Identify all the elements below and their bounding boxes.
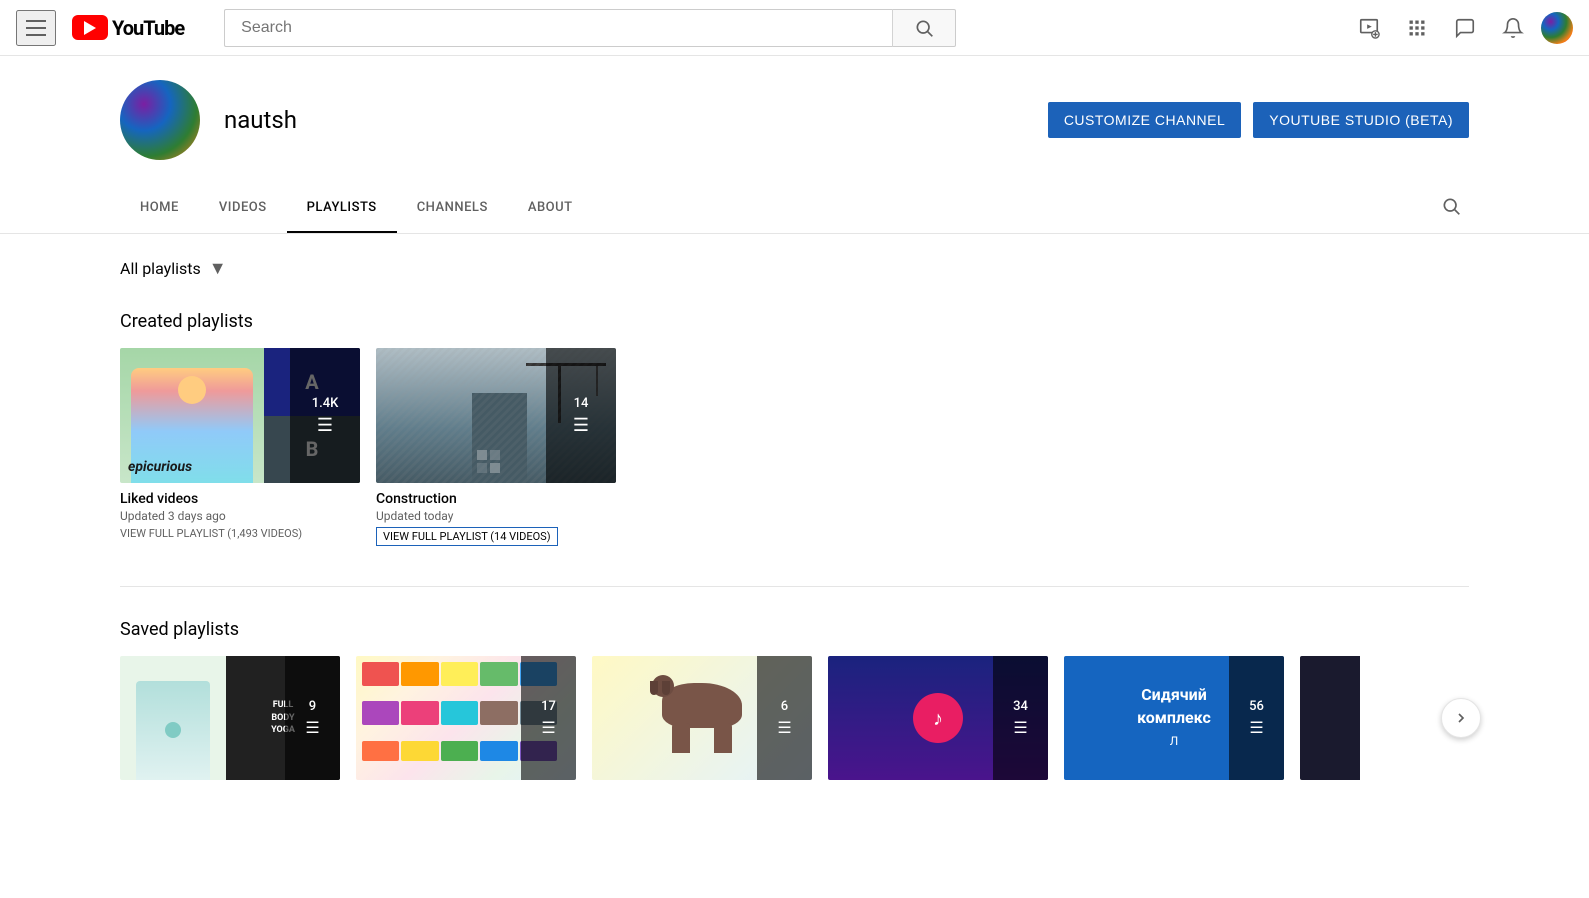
saved-playlists-section: Saved playlists xyxy=(120,619,1469,780)
playlist-thumb-construction[interactable]: 14 ☰ xyxy=(376,348,616,483)
section-divider xyxy=(120,586,1469,587)
tab-playlists[interactable]: PLAYLISTS xyxy=(287,184,397,233)
liked-view-link[interactable]: VIEW FULL PLAYLIST (1,493 VIDEOS) xyxy=(120,527,302,540)
saved-thumb-sitting[interactable]: СидячийкомплексЛ 56 ☰ xyxy=(1064,656,1284,780)
saved-thumb-yoga[interactable]: FULLBODYYOGA 9 ☰ xyxy=(120,656,340,780)
apps-button[interactable] xyxy=(1397,8,1437,48)
youtube-logo-text: YouTube xyxy=(112,16,184,40)
yoga-count-overlay: 9 ☰ xyxy=(285,656,340,780)
watercolor-count: 17 xyxy=(541,699,556,714)
messages-button[interactable] xyxy=(1445,8,1485,48)
saved-thumb-dog[interactable]: 6 ☰ xyxy=(592,656,812,780)
saved-thumb-music[interactable]: ♪ 34 ☰ xyxy=(828,656,1048,780)
queue-icon: ☰ xyxy=(1249,718,1263,737)
search-input[interactable] xyxy=(224,9,892,47)
channel-header: nautsh CUSTOMIZE CHANNEL YOUTUBE STUDIO … xyxy=(0,56,1589,184)
youtube-logo[interactable]: YouTube xyxy=(72,15,184,40)
apps-icon xyxy=(1407,18,1427,38)
search-icon xyxy=(1441,196,1461,216)
saved-playlists-title: Saved playlists xyxy=(120,619,1469,640)
tab-channels[interactable]: CHANNELS xyxy=(397,184,508,233)
filter-row: All playlists ▼ xyxy=(120,258,1469,279)
youtube-logo-icon xyxy=(72,15,108,40)
yoga-count: 9 xyxy=(309,699,316,714)
tab-videos[interactable]: VIDEOS xyxy=(199,184,287,233)
queue-icon: ☰ xyxy=(1013,718,1027,737)
saved-card-watercolor: 17 ☰ xyxy=(356,656,576,780)
music-count-overlay: 34 ☰ xyxy=(993,656,1048,780)
queue-icon: ☰ xyxy=(305,718,319,737)
content: All playlists ▼ Created playlists xyxy=(0,234,1589,844)
construction-playlist-title: Construction xyxy=(376,491,616,507)
dog-count: 6 xyxy=(781,699,788,714)
customize-channel-button[interactable]: CUSTOMIZE CHANNEL xyxy=(1048,102,1241,138)
channel-nav: HOME VIDEOS PLAYLISTS CHANNELS ABOUT xyxy=(0,184,1589,234)
filter-chevron-icon[interactable]: ▼ xyxy=(209,258,227,279)
queue-icon: ☰ xyxy=(317,415,333,436)
liked-playlist-title: Liked videos xyxy=(120,491,360,507)
liked-count-overlay: 1.4K ☰ xyxy=(290,348,360,483)
dog-count-overlay: 6 ☰ xyxy=(757,656,812,780)
search-icon xyxy=(914,18,934,38)
watercolor-count-overlay: 17 ☰ xyxy=(521,656,576,780)
bell-icon xyxy=(1502,17,1524,39)
saved-card-music: ♪ 34 ☰ xyxy=(828,656,1048,780)
hamburger-button[interactable] xyxy=(16,10,56,46)
construction-count-overlay: 14 ☰ xyxy=(546,348,616,483)
chevron-right-icon xyxy=(1453,710,1469,726)
tab-about[interactable]: ABOUT xyxy=(508,184,593,233)
saved-card-sitting: СидячийкомплексЛ 56 ☰ xyxy=(1064,656,1284,780)
header: YouTube xyxy=(0,0,1589,56)
created-playlists-row: A B 1.4K ☰ epicurious xyxy=(120,348,1469,546)
messages-icon xyxy=(1454,17,1476,39)
construction-count: 14 xyxy=(574,396,589,411)
construction-playlist-updated: Updated today xyxy=(376,509,616,523)
youtube-studio-button[interactable]: YOUTUBE STUDIO (BETA) xyxy=(1253,102,1469,138)
channel-search-button[interactable] xyxy=(1433,188,1469,229)
next-button[interactable] xyxy=(1441,698,1481,738)
playlist-card-liked: A B 1.4K ☰ epicurious xyxy=(120,348,360,546)
avatar[interactable] xyxy=(1541,12,1573,44)
channel-name: nautsh xyxy=(224,106,297,134)
channel-actions: CUSTOMIZE CHANNEL YOUTUBE STUDIO (BETA) xyxy=(1048,102,1469,138)
saved-card-yoga: FULLBODYYOGA 9 ☰ xyxy=(120,656,340,780)
created-playlists-section: Created playlists xyxy=(120,311,1469,546)
sitting-count-overlay: 56 ☰ xyxy=(1229,656,1284,780)
liked-playlist-updated: Updated 3 days ago xyxy=(120,509,360,523)
playlist-thumb-liked[interactable]: A B 1.4K ☰ epicurious xyxy=(120,348,360,483)
saved-thumb-extra[interactable] xyxy=(1300,656,1360,780)
construction-view-link[interactable]: VIEW FULL PLAYLIST (14 VIDEOS) xyxy=(376,527,558,546)
header-right xyxy=(1349,8,1573,48)
created-playlists-title: Created playlists xyxy=(120,311,1469,332)
playlist-card-construction: 14 ☰ Construction Updated today VIEW FUL… xyxy=(376,348,616,546)
notifications-button[interactable] xyxy=(1493,8,1533,48)
saved-thumb-watercolor[interactable]: 17 ☰ xyxy=(356,656,576,780)
upload-icon xyxy=(1358,17,1380,39)
queue-icon: ☰ xyxy=(541,718,555,737)
music-count: 34 xyxy=(1013,699,1028,714)
saved-card-dog: 6 ☰ xyxy=(592,656,812,780)
search-button[interactable] xyxy=(892,9,956,47)
queue-icon: ☰ xyxy=(573,415,589,436)
avatar-image xyxy=(1541,12,1573,44)
channel-avatar[interactable] xyxy=(120,80,200,160)
header-left: YouTube xyxy=(16,10,184,46)
sitting-count: 56 xyxy=(1249,699,1264,714)
saved-card-extra xyxy=(1300,656,1360,780)
tab-home[interactable]: HOME xyxy=(120,184,199,233)
filter-label: All playlists xyxy=(120,259,201,278)
queue-icon: ☰ xyxy=(777,718,791,737)
epicurious-label: epicurious xyxy=(128,459,192,475)
liked-count: 1.4K xyxy=(312,396,339,411)
search-container xyxy=(224,9,956,47)
saved-playlists-row: FULLBODYYOGA 9 ☰ xyxy=(120,656,1469,780)
upload-button[interactable] xyxy=(1349,8,1389,48)
